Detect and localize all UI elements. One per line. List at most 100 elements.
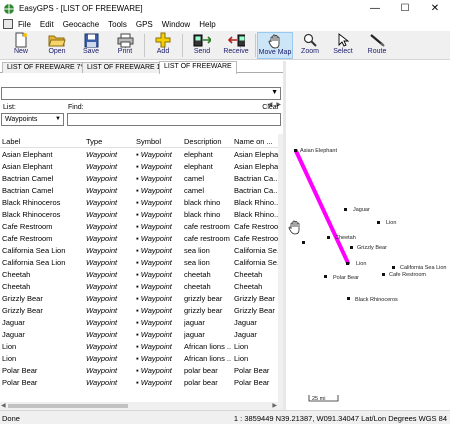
waypoint-marker (344, 208, 347, 211)
scroll-right-icon[interactable]: ▶ (272, 402, 277, 409)
easygps-app-icon (3, 3, 15, 15)
column-header-description[interactable]: Description (184, 137, 222, 146)
chevron-down-icon: ▼ (55, 116, 61, 122)
table-row[interactable]: Lion Waypoint ▪ Waypoint African lions ... L… (0, 341, 278, 353)
table-row[interactable]: California Sea Lion Waypoint ▪ Waypoint sea… (0, 257, 278, 269)
cell-name-on-gps: Grizzly Bear (234, 306, 275, 315)
table-row[interactable]: Cafe Restroom Waypoint ▪ Waypoint cafe rest… (0, 233, 278, 245)
table-row[interactable]: Bactrian Camel Waypoint ▪ Waypoint camel Bac… (0, 173, 278, 185)
menu-geocache[interactable]: Geocache (63, 20, 99, 29)
cell-description: polar bear (184, 378, 218, 387)
zoom-button[interactable]: Zoom (298, 32, 322, 59)
close-button[interactable]: ✕ (420, 0, 450, 17)
save-button[interactable]: Save (78, 32, 104, 59)
table-row[interactable]: Lion Waypoint ▪ Waypoint African lions ... L… (0, 353, 278, 365)
cell-symbol: ▪ Waypoint (136, 150, 172, 159)
table-row[interactable]: Black Rhinoceros Waypoint ▪ Waypoint black … (0, 209, 278, 221)
cell-label: Lion (2, 342, 17, 351)
cell-label: Asian Elephant (2, 150, 53, 159)
horizontal-scrollbar[interactable]: ◀ ▶ (0, 402, 278, 410)
add-button[interactable]: Add (151, 32, 175, 59)
cell-label: Black Rhinoceros (2, 210, 61, 219)
table-row[interactable]: Cafe Restroom Waypoint ▪ Waypoint cafe rest… (0, 221, 278, 233)
cell-description: black rhino (184, 198, 221, 207)
open-button[interactable]: Open (44, 32, 70, 59)
maximize-button[interactable]: ☐ (390, 0, 420, 17)
send-button[interactable]: Send (188, 32, 216, 59)
cell-description: grizzly bear (184, 294, 223, 303)
find-input[interactable] (67, 113, 281, 126)
tab-list-of-freeware-1[interactable]: LIST OF FREEWARE 1 (82, 62, 166, 73)
cell-label: Bactrian Camel (2, 186, 54, 195)
map-canvas[interactable]: Asian Elephant Jaguar Lion Cheetah Grizz… (286, 61, 450, 410)
menu-gps[interactable]: GPS (136, 20, 153, 29)
column-header-name-on-gps[interactable]: Name on ... (234, 137, 273, 146)
list-type-select[interactable]: Waypoints ▼ (1, 113, 64, 126)
route-button[interactable]: Route (364, 32, 390, 59)
waypoint-marker (324, 275, 327, 278)
table-row[interactable]: Polar Bear Waypoint ▪ Waypoint polar bear Po… (0, 377, 278, 389)
cell-symbol: ▪ Waypoint (136, 330, 172, 339)
table-row[interactable]: Bactrian Camel Waypoint ▪ Waypoint camel Bac… (0, 185, 278, 197)
column-header-label[interactable]: Label (2, 137, 20, 146)
cell-type: Waypoint (86, 378, 118, 387)
map-label-jaguar: Jaguar (353, 207, 370, 213)
menu-file[interactable]: File (18, 20, 31, 29)
cell-description: camel (184, 186, 205, 195)
table-row[interactable]: Jaguar Waypoint ▪ Waypoint jaguar Jaguar (0, 317, 278, 329)
printer-icon (116, 32, 134, 48)
quick-filter-combo[interactable]: ▼ (1, 87, 281, 100)
cell-name-on-gps: Cheetah (234, 270, 263, 279)
table-row[interactable]: Asian Elephant Waypoint ▪ Waypoint elephant… (0, 149, 278, 161)
map-label-polar-bear: Polar Bear (333, 275, 359, 281)
select-button[interactable]: Select (330, 32, 356, 59)
cell-description: jaguar (184, 318, 205, 327)
table-row[interactable]: Grizzly Bear Waypoint ▪ Waypoint grizzly be… (0, 293, 278, 305)
tab-list-of-freeware-7[interactable]: LIST OF FREEWARE 7* (2, 62, 89, 73)
map-label-cafe-restroom: Cafe Restroom (389, 272, 426, 278)
cell-description: jaguar (184, 330, 205, 339)
receive-button[interactable]: Receive (220, 32, 252, 59)
menu-window[interactable]: Window (162, 20, 190, 29)
table-row[interactable]: Polar Bear Waypoint ▪ Waypoint polar bear Po… (0, 365, 278, 377)
cell-symbol: ▪ Waypoint (136, 222, 172, 231)
column-header-symbol[interactable]: Symbol (136, 137, 161, 146)
cell-description: cafe restroom (184, 222, 230, 231)
menu-help[interactable]: Help (199, 20, 215, 29)
scroll-thumb[interactable] (8, 404, 128, 408)
map-view[interactable]: Asian Elephant Jaguar Lion Cheetah Grizz… (286, 61, 450, 410)
chevron-down-icon: ▼ (271, 89, 278, 96)
cell-symbol: ▪ Waypoint (136, 342, 172, 351)
menu-tools[interactable]: Tools (108, 20, 127, 29)
print-button[interactable]: Print (112, 32, 138, 59)
cell-description: African lions ... (184, 354, 231, 363)
document-icon[interactable] (3, 19, 13, 29)
minimize-button[interactable]: — (360, 0, 390, 17)
cell-type: Waypoint (86, 318, 118, 327)
new-button[interactable]: New (8, 32, 34, 59)
cell-type: Waypoint (86, 330, 118, 339)
scroll-left-icon[interactable]: ◀ (1, 402, 6, 409)
map-label-lion: Lion (386, 220, 396, 226)
clear-link[interactable]: Clear (262, 104, 279, 111)
cell-name-on-gps: Bactrian Ca... (234, 174, 278, 183)
waypoint-marker (347, 297, 350, 300)
cell-name-on-gps: Lion (234, 354, 249, 363)
menu-edit[interactable]: Edit (40, 20, 54, 29)
move-map-button[interactable]: Move Map (257, 32, 293, 59)
cell-description: cheetah (184, 270, 211, 279)
table-row[interactable]: Jaguar Waypoint ▪ Waypoint jaguar Jaguar (0, 329, 278, 341)
cell-symbol: ▪ Waypoint (136, 246, 172, 255)
table-row[interactable]: Cheetah Waypoint ▪ Waypoint cheetah Cheetah (0, 281, 278, 293)
table-row[interactable]: Cheetah Waypoint ▪ Waypoint cheetah Cheetah (0, 269, 278, 281)
table-row[interactable]: Black Rhinoceros Waypoint ▪ Waypoint black … (0, 197, 278, 209)
tab-list-of-freeware[interactable]: LIST OF FREEWARE (159, 61, 237, 74)
table-row[interactable]: Asian Elephant Waypoint ▪ Waypoint elephant… (0, 161, 278, 173)
cell-description: cafe restroom (184, 234, 230, 243)
cell-type: Waypoint (86, 222, 118, 231)
table-row[interactable]: Grizzly Bear Waypoint ▪ Waypoint grizzly be… (0, 305, 278, 317)
column-header-type[interactable]: Type (86, 137, 102, 146)
table-row[interactable]: California Sea Lion Waypoint ▪ Waypoint sea… (0, 245, 278, 257)
new-file-icon (12, 32, 30, 48)
cell-label: Black Rhinoceros (2, 198, 61, 207)
